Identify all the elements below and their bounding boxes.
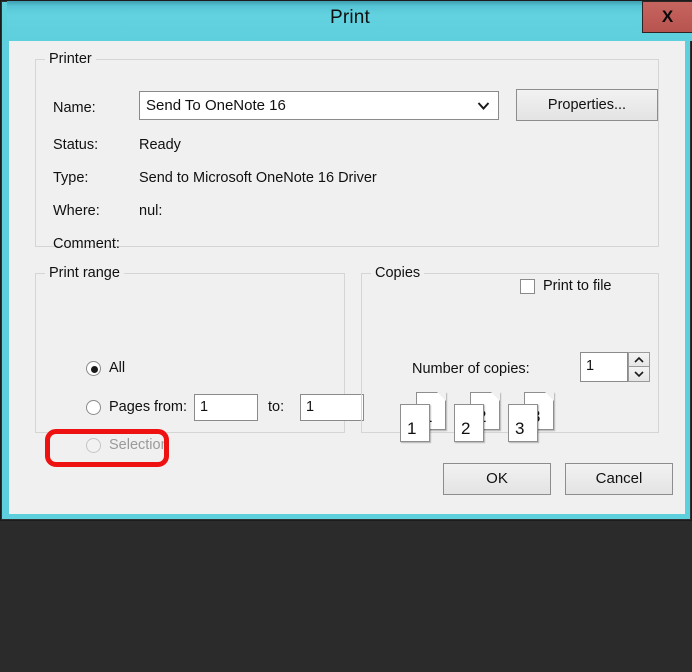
close-icon: X	[661, 7, 674, 26]
print-range-group: Print range All Pages from: 1 to: 1 Sele…	[35, 265, 364, 453]
page-number: 1	[407, 419, 417, 438]
to-input[interactable]: 1	[300, 394, 364, 421]
stepper-buttons	[628, 352, 650, 382]
printer-name-value: Send To OneNote 16	[146, 97, 286, 114]
from-input-value: 1	[200, 399, 209, 415]
number-of-copies-label: Number of copies:	[412, 361, 530, 377]
page-pair-icon: 1 1	[398, 392, 454, 444]
printer-name-label: Name:	[53, 100, 96, 116]
page-icon: 3	[508, 404, 538, 442]
printer-comment-label: Comment:	[53, 236, 120, 252]
printer-where-value: nul:	[139, 203, 163, 219]
radio-selection-circle	[86, 438, 101, 453]
title-bar: Print X	[7, 1, 692, 41]
collate-illustration: 1 1 2 2	[398, 392, 578, 444]
dialog-client-area: Printer Name: Send To OneNote 16 Propert…	[9, 41, 685, 514]
ok-button-label: OK	[486, 470, 508, 487]
printer-status-label: Status:	[53, 137, 99, 153]
printer-name-combobox[interactable]: Send To OneNote 16	[139, 91, 499, 120]
page-number: 3	[515, 419, 525, 438]
stepper-up-button[interactable]	[628, 352, 650, 367]
page-icon: 2	[454, 404, 484, 442]
copies-group: Copies Number of copies: 1 1 2 3	[361, 265, 659, 442]
radio-pages-circle	[86, 400, 101, 415]
number-of-copies-value: 1	[586, 358, 595, 374]
print-dialog-window: Print X Printer Name: Send To OneNote 16…	[0, 0, 692, 521]
page-fold-corner	[491, 392, 500, 401]
number-of-copies-input[interactable]: 1	[580, 352, 628, 382]
radio-selection-label: Selection	[109, 437, 169, 453]
number-of-copies-stepper[interactable]: 1	[580, 352, 650, 382]
ok-button[interactable]: OK	[443, 463, 551, 495]
printer-type-value: Send to Microsoft OneNote 16 Driver	[139, 170, 377, 186]
page-pair-icon: 2 2	[452, 392, 508, 444]
dialog-title: Print	[329, 7, 371, 28]
cancel-button[interactable]: Cancel	[565, 463, 673, 495]
page-fold-corner	[437, 392, 446, 401]
to-input-value: 1	[306, 399, 315, 415]
chevron-down-icon	[634, 371, 644, 378]
cancel-button-label: Cancel	[595, 470, 643, 487]
copies-group-label: Copies	[371, 265, 425, 281]
close-button[interactable]: X	[642, 1, 692, 33]
page-number: 2	[461, 419, 471, 438]
stepper-down-button[interactable]	[628, 367, 650, 382]
page-icon: 1	[400, 404, 430, 442]
radio-all-dot	[91, 366, 98, 373]
properties-button-label: Properties...	[547, 97, 627, 113]
from-input[interactable]: 1	[194, 394, 258, 421]
radio-all-circle	[86, 361, 101, 376]
printer-type-label: Type:	[53, 170, 89, 186]
page-fold-corner	[545, 392, 554, 401]
from-label: from:	[154, 399, 188, 415]
radio-all-label: All	[109, 360, 126, 376]
printer-status-value: Ready	[139, 137, 181, 153]
properties-button[interactable]: Properties...	[516, 89, 658, 121]
to-label: to:	[268, 399, 285, 415]
printer-group: Printer	[35, 51, 659, 247]
print-range-group-label: Print range	[45, 265, 124, 281]
chevron-up-icon	[634, 356, 644, 363]
page-pair-icon: 3 3	[506, 392, 562, 444]
chevron-down-icon	[477, 102, 490, 110]
printer-group-label: Printer	[45, 51, 96, 67]
radio-pages-label: Pages	[109, 399, 151, 415]
printer-where-label: Where:	[53, 203, 100, 219]
